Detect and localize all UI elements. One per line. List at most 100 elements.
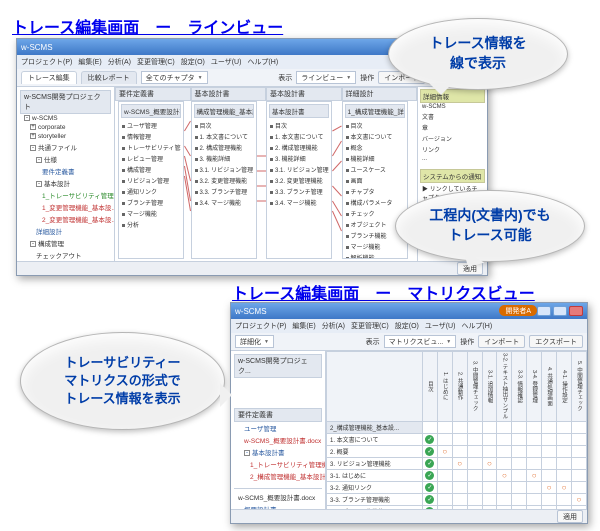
matrix-cell[interactable] xyxy=(497,434,512,446)
matrix-cell[interactable] xyxy=(437,422,452,434)
chapter-item[interactable]: 2. 構成管理機能 xyxy=(269,142,329,153)
chapter-item[interactable]: チェック xyxy=(345,208,405,219)
matrix-cell[interactable]: ○ xyxy=(542,482,557,494)
matrix-cell[interactable] xyxy=(467,422,482,434)
matrix-cell[interactable] xyxy=(557,434,572,446)
matrix-cell[interactable] xyxy=(557,494,572,506)
matrix-cell[interactable] xyxy=(452,470,467,482)
matrix-col-header[interactable]: 4. 共通処理画面 xyxy=(542,352,557,422)
doc-title[interactable]: w-SCMS_概要設計書.docx xyxy=(121,104,181,118)
chapter-item[interactable]: 構成管理 xyxy=(121,164,181,175)
chapter-item[interactable]: 3.2. 変更管理機能 xyxy=(194,175,254,186)
matrix-cell[interactable] xyxy=(557,446,572,458)
chapter-item[interactable]: 1. 本文書について xyxy=(194,131,254,142)
menu-change[interactable]: 変更管理(C) xyxy=(351,321,389,331)
chapter-item[interactable]: マージ機能 xyxy=(121,208,181,219)
chapter-item[interactable]: 3. 機能詳細 xyxy=(194,153,254,164)
matrix-cell[interactable]: ✓ xyxy=(422,458,437,470)
tree-item[interactable]: チェックアウト xyxy=(20,249,111,261)
tree-item[interactable]: w-SCMS xyxy=(20,114,111,123)
matrix-cell[interactable] xyxy=(557,458,572,470)
matrix-row-header[interactable]: 3-3. ブランチ管理機能 xyxy=(327,494,423,506)
chapter-item[interactable]: トレーサビリティ管理 xyxy=(121,142,181,153)
chapter-item[interactable]: 2. 構成管理機能 xyxy=(194,142,254,153)
collapse-icon[interactable] xyxy=(24,115,30,121)
chapter-item[interactable]: 通知リンク xyxy=(121,186,181,197)
tree-item[interactable]: corporate xyxy=(20,123,111,132)
collapse-icon[interactable] xyxy=(30,145,36,151)
matrix-cell[interactable] xyxy=(571,482,586,494)
expand-icon[interactable] xyxy=(30,133,36,139)
chapter-item[interactable]: マージ機能 xyxy=(345,241,405,252)
chapter-filter-dropdown[interactable]: 全てのチャプタ xyxy=(141,71,208,84)
matrix-cell[interactable]: ✓ xyxy=(422,470,437,482)
matrix-cell[interactable] xyxy=(467,482,482,494)
matrix-row-header[interactable]: 2. 概要 xyxy=(327,446,423,458)
menu-change[interactable]: 変更管理(C) xyxy=(137,57,175,67)
matrix-cell[interactable] xyxy=(482,470,497,482)
matrix-cell[interactable] xyxy=(542,434,557,446)
tab-trace-edit[interactable]: トレース編集 xyxy=(21,71,77,84)
matrix-cell[interactable] xyxy=(497,458,512,470)
matrix-col-header[interactable]: 3-2. テキスト抽出サンプル xyxy=(497,352,512,422)
chapter-item[interactable]: 解析機能 xyxy=(345,252,405,259)
matrix-cell[interactable] xyxy=(437,470,452,482)
import-button[interactable]: インポート xyxy=(478,335,525,348)
matrix-cell[interactable] xyxy=(497,422,512,434)
matrix-col-header[interactable]: 3-1. 追加情報 xyxy=(482,352,497,422)
chapter-item[interactable]: ユーザ管理 xyxy=(121,120,181,131)
chapter-item[interactable]: 本文書について xyxy=(345,131,405,142)
matrix-cell[interactable]: ○ xyxy=(452,458,467,470)
matrix-cell[interactable] xyxy=(452,494,467,506)
matrix-cell[interactable] xyxy=(542,494,557,506)
chapter-item[interactable]: 3.3. ブランチ管理 xyxy=(194,186,254,197)
tree-item[interactable]: 詳細設計 xyxy=(20,225,111,237)
matrix-cell[interactable] xyxy=(512,494,527,506)
chapter-item[interactable]: 情報管理 xyxy=(121,131,181,142)
tree-item[interactable]: 仕様 xyxy=(20,153,111,165)
tree-item[interactable]: 1_トレーサビリティ管理機... xyxy=(234,458,322,470)
chapter-item[interactable]: 分析 xyxy=(121,219,181,230)
chapter-item[interactable]: チャプタ xyxy=(345,186,405,197)
matrix-cell[interactable] xyxy=(452,422,467,434)
matrix-cell[interactable] xyxy=(482,446,497,458)
matrix-cell[interactable] xyxy=(467,458,482,470)
menu-analyze[interactable]: 分析(A) xyxy=(108,57,131,67)
chapter-item[interactable]: 3.3. ブランチ管理 xyxy=(269,186,329,197)
matrix-cell[interactable] xyxy=(512,470,527,482)
chapter-item[interactable]: 目次 xyxy=(269,120,329,131)
tree-item[interactable]: ユーザ管理 xyxy=(234,422,322,434)
titlebar[interactable]: w-SCMS 開発者A xyxy=(231,303,587,319)
collapse-icon[interactable] xyxy=(36,181,42,187)
matrix-cell[interactable] xyxy=(452,482,467,494)
matrix-cell[interactable] xyxy=(527,494,542,506)
expand-icon[interactable] xyxy=(30,124,36,130)
matrix-cell[interactable] xyxy=(482,482,497,494)
matrix-col-header[interactable]: 5. 中間管理チェック xyxy=(571,352,586,422)
menu-help[interactable]: ヘルプ(H) xyxy=(461,321,492,331)
matrix-cell[interactable]: ✓ xyxy=(422,494,437,506)
matrix-cell[interactable]: ✓ xyxy=(422,434,437,446)
matrix-cell[interactable] xyxy=(437,494,452,506)
section-title-matrixview[interactable]: トレース編集画面 ー マトリクスビュー xyxy=(232,280,535,304)
matrix-cell[interactable] xyxy=(512,434,527,446)
matrix-cell[interactable] xyxy=(512,482,527,494)
chapter-item[interactable]: 画面 xyxy=(345,175,405,186)
export-button[interactable]: エクスポート xyxy=(529,335,583,348)
matrix-cell[interactable] xyxy=(527,422,542,434)
menu-user[interactable]: ユーザ(U) xyxy=(211,57,242,67)
matrix-cell[interactable]: ○ xyxy=(557,482,572,494)
matrix-col-header[interactable]: 3-4. 登録管理 xyxy=(527,352,542,422)
menu-analyze[interactable]: 分析(A) xyxy=(322,321,345,331)
menu-project[interactable]: プロジェクト(P) xyxy=(235,321,286,331)
tree-item[interactable]: 要件定義書 xyxy=(20,165,111,177)
matrix-col-header[interactable]: 2. 共通動作 xyxy=(452,352,467,422)
matrix-cell[interactable]: ○ xyxy=(571,494,586,506)
matrix-cell[interactable] xyxy=(557,422,572,434)
doc-title[interactable]: 構成管理機能_基本設計書.docx xyxy=(194,104,254,118)
close-button[interactable] xyxy=(569,306,583,316)
collapse-icon[interactable] xyxy=(244,450,250,456)
chapter-item[interactable]: 1. 本文書について xyxy=(269,131,329,142)
matrix-cell[interactable]: ✓ xyxy=(422,446,437,458)
chapter-item[interactable]: ブランチ管理 xyxy=(121,197,181,208)
